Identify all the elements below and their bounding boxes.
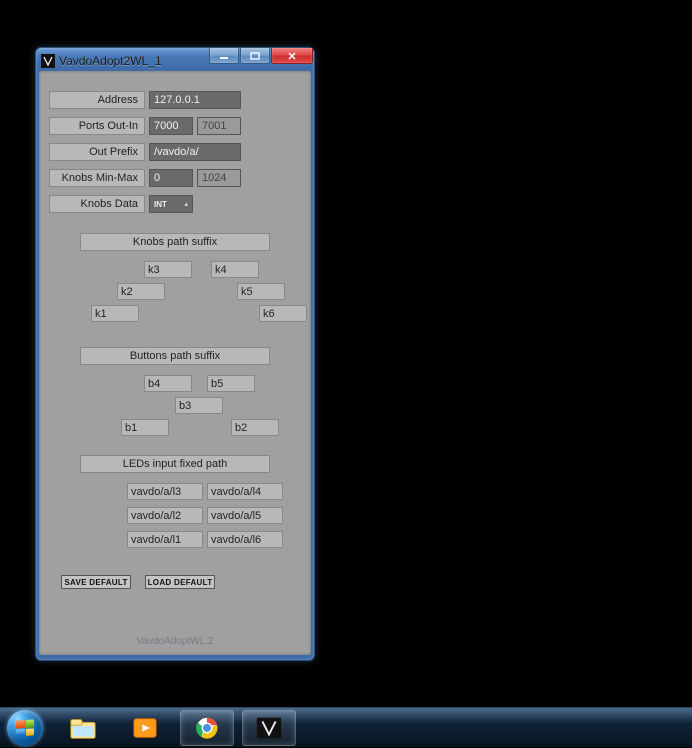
footer-text: VavdoAdoptWL.2	[39, 636, 311, 647]
outprefix-label: Out Prefix	[49, 143, 145, 161]
button-b1[interactable]: b1	[121, 419, 169, 436]
taskbar	[0, 707, 692, 747]
knobs-minmax-label: Knobs Min-Max	[49, 169, 145, 187]
button-b4[interactable]: b4	[144, 375, 192, 392]
knobs-area: k3 k4 k2 k5 k1 k6	[49, 261, 301, 329]
led-l3[interactable]: vavdo/a/l3	[127, 483, 203, 500]
taskbar-item-media-player[interactable]	[118, 710, 172, 746]
button-b3[interactable]: b3	[175, 397, 223, 414]
knobs-min-field[interactable]: 0	[149, 169, 193, 187]
client-area: Address 127.0.0.1 Ports Out-In 7000 7001…	[39, 71, 311, 655]
buttons-area: b4 b5 b3 b1 b2	[49, 375, 301, 437]
action-buttons: SAVE DEFAULT LOAD DEFAULT	[61, 575, 301, 589]
buttons-section-header: Buttons path suffix	[80, 347, 270, 365]
button-b5[interactable]: b5	[207, 375, 255, 392]
knob-k1[interactable]: k1	[91, 305, 139, 322]
led-l5[interactable]: vavdo/a/l5	[207, 507, 283, 524]
knob-k5[interactable]: k5	[237, 283, 285, 300]
load-default-button[interactable]: LOAD DEFAULT	[145, 575, 215, 589]
address-label: Address	[49, 91, 145, 109]
led-l1[interactable]: vavdo/a/l1	[127, 531, 203, 548]
knob-k6[interactable]: k6	[259, 305, 307, 322]
chrome-icon	[192, 714, 222, 742]
start-button[interactable]	[2, 708, 48, 748]
leds-section-header: LEDs input fixed path	[80, 455, 270, 473]
app-window: VavdoAdopt2WL_1 Address 127.0.0.1 Ports …	[35, 47, 315, 661]
titlebar[interactable]: VavdoAdopt2WL_1	[39, 51, 311, 71]
knobs-data-value: INT	[154, 200, 167, 209]
port-out-field[interactable]: 7000	[149, 117, 193, 135]
leds-area: vavdo/a/l3 vavdo/a/l4 vavdo/a/l2 vavdo/a…	[49, 483, 301, 553]
taskbar-item-vavdo[interactable]	[242, 710, 296, 746]
close-button[interactable]	[271, 48, 313, 64]
knob-k2[interactable]: k2	[117, 283, 165, 300]
window-controls	[208, 48, 313, 64]
taskbar-item-chrome[interactable]	[180, 710, 234, 746]
taskbar-item-explorer[interactable]	[56, 710, 110, 746]
button-b2[interactable]: b2	[231, 419, 279, 436]
explorer-icon	[68, 714, 98, 742]
minimize-button[interactable]	[209, 48, 239, 64]
led-l2[interactable]: vavdo/a/l2	[127, 507, 203, 524]
knob-k4[interactable]: k4	[211, 261, 259, 278]
knob-k3[interactable]: k3	[144, 261, 192, 278]
window-title: VavdoAdopt2WL_1	[59, 54, 162, 68]
knobs-data-dropdown[interactable]: INT	[149, 195, 193, 213]
outprefix-field[interactable]: /vavdo/a/	[149, 143, 241, 161]
ports-label: Ports Out-In	[49, 117, 145, 135]
save-default-button[interactable]: SAVE DEFAULT	[61, 575, 131, 589]
vavdo-icon	[254, 714, 284, 742]
led-l4[interactable]: vavdo/a/l4	[207, 483, 283, 500]
port-in-field[interactable]: 7001	[197, 117, 241, 135]
media-player-icon	[130, 714, 160, 742]
maximize-button[interactable]	[240, 48, 270, 64]
knobs-max-field[interactable]: 1024	[197, 169, 241, 187]
knobs-section-header: Knobs path suffix	[80, 233, 270, 251]
knobs-data-label: Knobs Data	[49, 195, 145, 213]
address-field[interactable]: 127.0.0.1	[149, 91, 241, 109]
led-l6[interactable]: vavdo/a/l6	[207, 531, 283, 548]
app-icon	[41, 54, 55, 68]
